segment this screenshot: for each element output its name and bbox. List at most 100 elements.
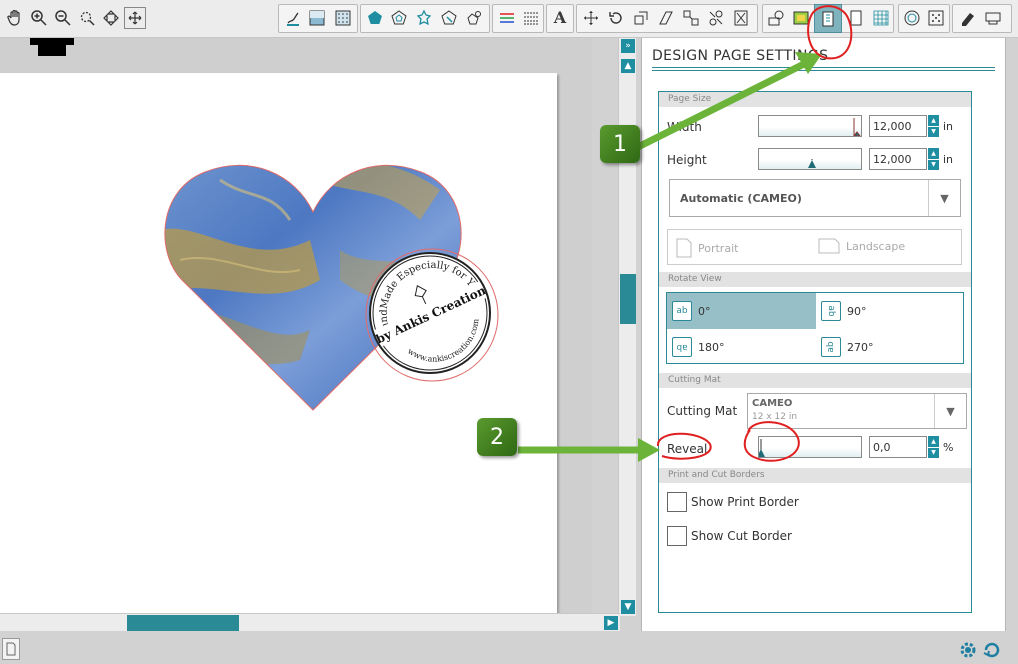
reveal-label: Reveal [667, 442, 708, 456]
reveal-stepper[interactable]: ▲ ▼ [928, 436, 939, 458]
rotate-0-button[interactable]: ab 0° [667, 293, 816, 329]
rotate-270-button[interactable]: ab 270° [816, 329, 965, 365]
pentagon-icon[interactable] [364, 7, 386, 29]
horizontal-scroll-thumb[interactable] [127, 615, 239, 631]
send-icon[interactable] [982, 7, 1004, 29]
nest-icon[interactable] [705, 7, 727, 29]
width-unit: in [943, 120, 954, 133]
grid-icon[interactable] [870, 7, 892, 29]
height-stepper[interactable]: ▲ ▼ [928, 148, 939, 170]
height-input[interactable]: 12,000 [869, 148, 927, 170]
replicate-icon[interactable] [680, 7, 702, 29]
polygon-replicate-icon[interactable] [463, 7, 485, 29]
title-divider-2 [652, 70, 995, 71]
chevron-down-icon: ▼ [928, 180, 960, 216]
fill-pattern-icon[interactable] [332, 7, 354, 29]
reveal-input[interactable]: 0,0 [869, 436, 927, 458]
refresh-icon[interactable] [982, 640, 1002, 660]
show-print-border-checkbox[interactable] [667, 492, 687, 512]
rotate-90-button[interactable]: ab 90° [816, 293, 965, 329]
main-toolbar: A [0, 0, 1018, 38]
landscape-icon [818, 238, 840, 254]
cutting-mat-dropdown[interactable]: CAMEO 12 x 12 in ▼ [747, 393, 967, 429]
chevron-down-icon: ▼ [934, 394, 966, 428]
rotate-view-grid: ab 0° ab 90° ab 180° ab 270° [666, 292, 964, 364]
align-icon[interactable] [730, 7, 752, 29]
ankis-creation-stamp[interactable]: HandMade Especially for You www.ankiscre… [364, 247, 500, 383]
line-options-icon[interactable] [520, 7, 542, 29]
offset-icon[interactable] [901, 7, 923, 29]
cutting-mat-label: Cutting Mat [667, 404, 738, 418]
horizontal-scrollbar[interactable]: ▶ [0, 613, 620, 631]
zoom-out-icon[interactable] [52, 7, 74, 29]
landscape-label: Landscape [846, 239, 906, 253]
color-lines-icon[interactable] [496, 7, 518, 29]
title-divider [652, 67, 995, 68]
scale-icon[interactable] [630, 7, 652, 29]
zoom-in-icon[interactable] [28, 7, 50, 29]
zoom-selection-icon[interactable] [76, 7, 98, 29]
polygon-offset-icon[interactable] [388, 7, 410, 29]
fill-color-icon[interactable] [306, 7, 328, 29]
width-label: Width [667, 120, 702, 134]
cutting-mat-size: 12 x 12 in [752, 412, 798, 422]
shear-icon[interactable] [655, 7, 677, 29]
eraser-icon[interactable] [956, 7, 978, 29]
step-1-badge: 1 [600, 125, 640, 163]
line-style-icon[interactable] [282, 7, 304, 29]
cutting-mat-header: Cutting Mat [659, 373, 971, 388]
width-slider[interactable] [758, 115, 862, 137]
page-icon [6, 642, 16, 656]
media-icon[interactable] [790, 7, 812, 29]
library-toggle-button[interactable] [2, 638, 20, 660]
collapse-panel-icon[interactable]: » [621, 39, 635, 53]
orientation-box: Portrait Landscape [667, 229, 962, 265]
transform-icon[interactable] [580, 7, 602, 29]
height-label: Height [667, 153, 707, 167]
design-canvas[interactable]: HandMade Especially for You www.ankiscre… [0, 38, 592, 613]
rotate-view-header: Rotate View [659, 272, 971, 287]
height-unit: in [943, 153, 954, 166]
portrait-label: Portrait [698, 241, 739, 255]
show-print-border-label: Show Print Border [691, 495, 799, 509]
zoom-drag-icon[interactable] [100, 7, 122, 29]
vertical-scroll-thumb[interactable] [620, 274, 636, 324]
trace-icon[interactable] [925, 7, 947, 29]
polygon-edit-icon[interactable] [438, 7, 460, 29]
portrait-button[interactable]: Portrait [676, 238, 738, 258]
scroll-down-icon[interactable]: ▼ [621, 600, 635, 614]
scroll-right-icon[interactable]: ▶ [604, 616, 618, 630]
design-page-settings-panel: DESIGN PAGE SETTINGS Page Size Width 12,… [641, 38, 1006, 631]
rotate-icon[interactable] [605, 7, 627, 29]
page-size-preset-dropdown[interactable]: Automatic (CAMEO) ▼ [669, 179, 961, 217]
gear-icon[interactable] [958, 640, 978, 660]
page-layout-icon[interactable] [845, 7, 867, 29]
page-settings-icon[interactable] [814, 4, 842, 33]
flower-icon[interactable] [413, 7, 435, 29]
fit-to-window-icon[interactable] [124, 7, 146, 29]
library-icon[interactable] [765, 7, 787, 29]
portrait-icon [676, 238, 692, 258]
rotate-270-label: 270° [847, 340, 874, 354]
rotate-0-label: 0° [698, 304, 711, 318]
borders-header: Print and Cut Borders [659, 468, 971, 483]
rotate-180-button[interactable]: ab 180° [667, 329, 816, 365]
rotate-90-label: 90° [847, 304, 867, 318]
height-slider[interactable] [758, 148, 862, 170]
width-stepper[interactable]: ▲ ▼ [928, 115, 939, 137]
hand-icon[interactable] [4, 7, 26, 29]
scroll-up-icon[interactable]: ▲ [621, 59, 635, 73]
rotate-90-icon: ab [821, 301, 841, 321]
cutting-mat-value: CAMEO [752, 398, 793, 409]
text-icon[interactable]: A [549, 7, 571, 29]
show-cut-border-checkbox[interactable] [667, 526, 687, 546]
width-input[interactable]: 12,000 [869, 115, 927, 137]
rotate-180-icon: ab [672, 337, 692, 357]
panel-title: DESIGN PAGE SETTINGS [652, 48, 829, 64]
reveal-slider[interactable] [758, 436, 862, 458]
rotate-270-icon: ab [821, 337, 841, 357]
landscape-button[interactable]: Landscape [818, 238, 905, 254]
step-2-badge: 2 [477, 418, 517, 456]
rotate-180-label: 180° [698, 340, 725, 354]
page-size-header: Page Size [659, 92, 971, 107]
